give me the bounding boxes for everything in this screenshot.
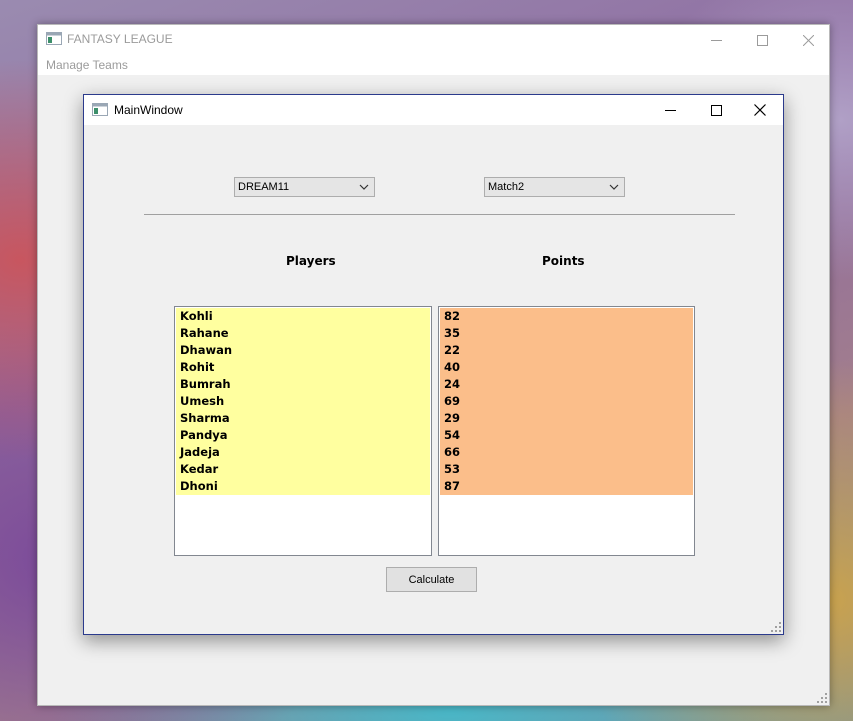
inner-title-bar[interactable]: MainWindow xyxy=(84,95,783,125)
resize-grip-icon[interactable] xyxy=(771,622,781,632)
team-select[interactable]: DREAM11 xyxy=(234,177,375,197)
list-item-player[interactable]: Kedar xyxy=(176,461,430,478)
close-icon xyxy=(754,104,766,116)
list-item-points[interactable]: 24 xyxy=(440,376,693,393)
inner-window-title: MainWindow xyxy=(114,103,183,117)
list-item-player[interactable]: Rahane xyxy=(176,325,430,342)
list-item-points[interactable]: 22 xyxy=(440,342,693,359)
outer-window-title: FANTASY LEAGUE xyxy=(67,32,173,46)
list-item-points[interactable]: 87 xyxy=(440,478,693,495)
main-window: MainWindow DREAM11 Match2 Players Points… xyxy=(83,94,784,635)
list-item-player[interactable]: Dhawan xyxy=(176,342,430,359)
maximize-icon xyxy=(710,104,722,116)
list-item-player[interactable]: Bumrah xyxy=(176,376,430,393)
team-select-value: DREAM11 xyxy=(238,181,290,193)
inner-close-button[interactable] xyxy=(737,95,783,125)
outer-title-bar[interactable]: FANTASY LEAGUE xyxy=(38,25,829,55)
list-item-player[interactable]: Rohit xyxy=(176,359,430,376)
close-icon xyxy=(802,34,814,46)
minimize-icon xyxy=(664,109,676,111)
match-select-value: Match2 xyxy=(488,181,525,193)
calculate-button[interactable]: Calculate xyxy=(386,567,477,592)
list-item-points[interactable]: 69 xyxy=(440,393,693,410)
maximize-icon xyxy=(756,34,768,46)
minimize-icon xyxy=(710,39,722,41)
inner-maximize-button[interactable] xyxy=(693,95,739,125)
resize-grip-icon[interactable] xyxy=(817,693,827,703)
list-item-points[interactable]: 66 xyxy=(440,444,693,461)
chevron-down-icon xyxy=(359,184,369,190)
list-item-points[interactable]: 53 xyxy=(440,461,693,478)
list-item-points[interactable]: 82 xyxy=(440,308,693,325)
divider xyxy=(144,214,735,215)
match-select[interactable]: Match2 xyxy=(484,177,625,197)
list-item-player[interactable]: Kohli xyxy=(176,308,430,325)
points-label: Points xyxy=(542,254,585,268)
menu-manage-teams[interactable]: Manage Teams xyxy=(46,58,128,72)
app-icon xyxy=(92,103,108,116)
chevron-down-icon xyxy=(609,184,619,190)
outer-minimize-button[interactable] xyxy=(693,25,739,55)
list-item-player[interactable]: Umesh xyxy=(176,393,430,410)
inner-minimize-button[interactable] xyxy=(647,95,693,125)
list-item-points[interactable]: 40 xyxy=(440,359,693,376)
list-item-points[interactable]: 54 xyxy=(440,427,693,444)
menu-bar: Manage Teams xyxy=(38,55,829,75)
players-label: Players xyxy=(286,254,336,268)
outer-maximize-button[interactable] xyxy=(739,25,785,55)
points-list[interactable]: 82 35 22 40 24 69 29 54 66 53 87 xyxy=(438,306,695,556)
list-item-player[interactable]: Pandya xyxy=(176,427,430,444)
list-item-points[interactable]: 35 xyxy=(440,325,693,342)
outer-close-button[interactable] xyxy=(785,25,831,55)
players-list[interactable]: Kohli Rahane Dhawan Rohit Bumrah Umesh S… xyxy=(174,306,432,556)
app-icon xyxy=(46,32,62,45)
list-item-player[interactable]: Sharma xyxy=(176,410,430,427)
list-item-player[interactable]: Jadeja xyxy=(176,444,430,461)
list-item-player[interactable]: Dhoni xyxy=(176,478,430,495)
list-item-points[interactable]: 29 xyxy=(440,410,693,427)
